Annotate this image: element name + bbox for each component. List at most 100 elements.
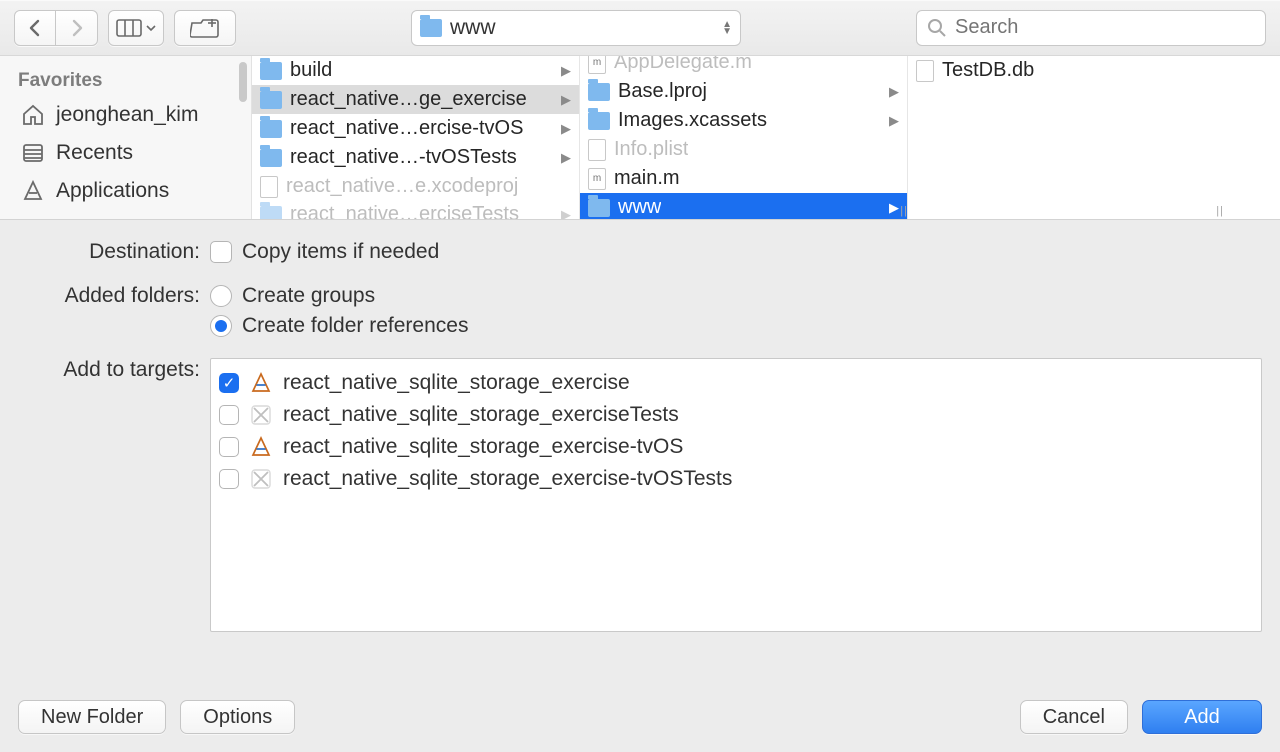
- search-input[interactable]: [955, 16, 1255, 39]
- scrollbar[interactable]: [239, 62, 247, 102]
- target-row[interactable]: react_native_sqlite_storage_exerciseTest…: [217, 399, 1255, 431]
- destination-row: Destination: Copy items if needed: [18, 240, 1262, 270]
- radio-create-groups[interactable]: Create groups: [210, 284, 1262, 308]
- view-mode-button[interactable]: [108, 10, 164, 46]
- added-folders-label: Added folders:: [18, 284, 210, 308]
- item-label: react_native…e.xcodeproj: [286, 175, 518, 198]
- app-target-icon: [249, 435, 273, 459]
- destination-label: Destination:: [18, 240, 210, 264]
- folder-icon: [260, 91, 282, 109]
- stepper-chevrons-icon: ▲▼: [722, 21, 732, 35]
- folder-icon: [260, 149, 282, 167]
- folder-icon: [588, 83, 610, 101]
- list-item[interactable]: www ▶: [580, 193, 907, 219]
- copy-items-label: Copy items if needed: [242, 240, 439, 264]
- list-item[interactable]: mAppDelegate.m: [580, 56, 907, 77]
- bottom-bar: New Folder Options Cancel Add: [18, 682, 1262, 734]
- list-item[interactable]: react_native…-tvOSTests▶: [252, 143, 579, 172]
- browser-column-1: build▶ react_native…ge_exercise ▶ react_n…: [252, 56, 580, 219]
- item-label: react_native…ge_exercise: [290, 88, 527, 111]
- new-folder-toolbutton[interactable]: [174, 10, 236, 46]
- sidebar-item-recents[interactable]: Recents: [18, 134, 241, 172]
- file-browser: Favorites jeonghean_kim Recents Applicat…: [0, 56, 1280, 220]
- target-label: react_native_sqlite_storage_exercise-tvO…: [283, 467, 732, 491]
- forward-button[interactable]: [56, 10, 98, 46]
- radio-groups-label: Create groups: [242, 284, 375, 308]
- sidebar-item-label: jeonghean_kim: [56, 103, 198, 127]
- column-resize-handle[interactable]: ||: [1216, 205, 1224, 217]
- search-field[interactable]: [916, 10, 1266, 46]
- options-sheet: Destination: Copy items if needed Added …: [0, 220, 1280, 752]
- folder-plus-icon: [190, 18, 220, 38]
- radio-refs-label: Create folder references: [242, 314, 468, 338]
- copy-items-checkbox[interactable]: [210, 241, 232, 263]
- list-item[interactable]: build▶: [252, 56, 579, 85]
- sidebar-header: Favorites: [18, 62, 241, 96]
- recents-icon: [20, 140, 46, 166]
- radio-refs[interactable]: [210, 315, 232, 337]
- radio-create-folder-references[interactable]: Create folder references: [210, 314, 1262, 338]
- search-icon: [927, 18, 947, 38]
- columns-icon: [116, 19, 142, 37]
- browser-column-2: mAppDelegate.m Base.lproj▶ Images.xcasse…: [580, 56, 908, 219]
- xcode-file-icon: [260, 176, 278, 198]
- target-checkbox[interactable]: [219, 405, 239, 425]
- list-item[interactable]: TestDB.db: [908, 56, 1228, 85]
- item-label: TestDB.db: [942, 59, 1034, 82]
- target-checkbox[interactable]: [219, 437, 239, 457]
- folder-icon: [588, 199, 610, 217]
- list-item[interactable]: Info.plist: [580, 135, 907, 164]
- target-label: react_native_sqlite_storage_exercise-tvO…: [283, 435, 683, 459]
- chevron-right-icon: ▶: [889, 84, 899, 100]
- chevron-right-icon: ▶: [561, 207, 571, 220]
- sidebar-item-label: Applications: [56, 179, 169, 203]
- folder-icon: [588, 112, 610, 130]
- list-item[interactable]: react_native…ge_exercise ▶: [252, 85, 579, 114]
- targets-list: ✓ react_native_sqlite_storage_exercise r…: [210, 358, 1262, 632]
- target-checkbox[interactable]: [219, 469, 239, 489]
- add-to-targets-row: Add to targets: ✓ react_native_sqlite_st…: [18, 358, 1262, 668]
- item-label: react_native…ercise-tvOS: [290, 117, 523, 140]
- home-icon: [20, 102, 46, 128]
- item-label: react_native…-tvOSTests: [290, 146, 517, 169]
- target-row[interactable]: react_native_sqlite_storage_exercise-tvO…: [217, 431, 1255, 463]
- list-item[interactable]: m main.m: [580, 164, 907, 193]
- chevron-right-icon: ▶: [889, 200, 899, 216]
- folder-icon: [420, 19, 442, 37]
- m-file-icon: m: [588, 168, 606, 190]
- sidebar-item-home[interactable]: jeonghean_kim: [18, 96, 241, 134]
- db-file-icon: [916, 60, 934, 82]
- list-item[interactable]: Base.lproj▶: [580, 77, 907, 106]
- list-item[interactable]: react_native…erciseTests▶: [252, 200, 579, 219]
- item-label: www: [618, 196, 661, 219]
- target-checkbox[interactable]: ✓: [219, 373, 239, 393]
- chevron-left-icon: [28, 19, 42, 37]
- add-button[interactable]: Add: [1142, 700, 1262, 734]
- chevron-right-icon: ▶: [561, 121, 571, 137]
- copy-items-checkbox-row[interactable]: Copy items if needed: [210, 240, 1262, 264]
- sidebar-item-label: Recents: [56, 141, 133, 165]
- target-row[interactable]: ✓ react_native_sqlite_storage_exercise: [217, 367, 1255, 399]
- chevron-right-icon: ▶: [561, 63, 571, 79]
- plist-file-icon: [588, 139, 606, 161]
- options-button[interactable]: Options: [180, 700, 295, 734]
- chevron-down-icon: [146, 19, 156, 37]
- add-to-targets-label: Add to targets:: [18, 358, 210, 382]
- radio-groups[interactable]: [210, 285, 232, 307]
- target-row[interactable]: react_native_sqlite_storage_exercise-tvO…: [217, 463, 1255, 495]
- back-button[interactable]: [14, 10, 56, 46]
- sidebar-item-applications[interactable]: Applications: [18, 172, 241, 210]
- item-label: AppDelegate.m: [614, 56, 752, 74]
- sidebar: Favorites jeonghean_kim Recents Applicat…: [0, 56, 252, 219]
- chevron-right-icon: [70, 19, 84, 37]
- path-dropdown[interactable]: www ▲▼: [411, 10, 741, 46]
- new-folder-button[interactable]: New Folder: [18, 700, 166, 734]
- list-item[interactable]: react_native…ercise-tvOS ▶: [252, 114, 579, 143]
- cancel-button[interactable]: Cancel: [1020, 700, 1128, 734]
- list-item[interactable]: react_native…e.xcodeproj: [252, 172, 579, 201]
- chevron-right-icon: ▶: [561, 92, 571, 108]
- browser-column-3: TestDB.db ||: [908, 56, 1228, 219]
- list-item[interactable]: Images.xcassets▶: [580, 106, 907, 135]
- column-resize-handle[interactable]: ||: [900, 205, 908, 217]
- item-label: main.m: [614, 167, 680, 190]
